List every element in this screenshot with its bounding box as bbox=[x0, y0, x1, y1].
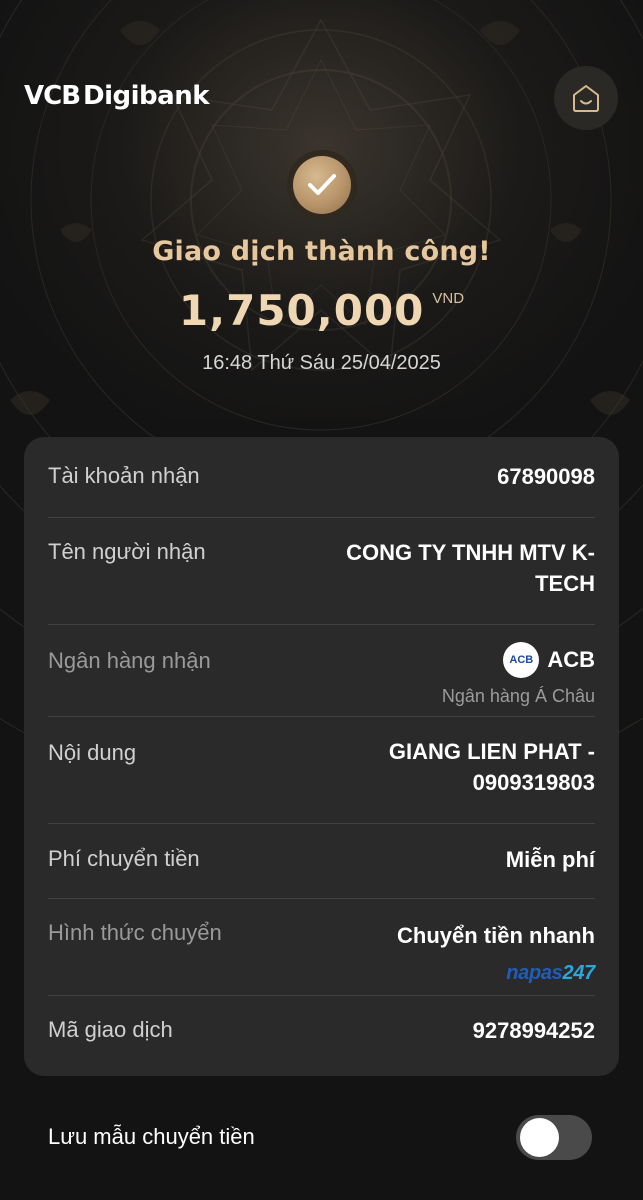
transaction-id-label: Mã giao dịch bbox=[48, 1017, 173, 1042]
save-template-label: Lưu mẫu chuyển tiền bbox=[48, 1124, 255, 1149]
home-button[interactable] bbox=[554, 66, 618, 130]
content-line-1: GIANG LIEN PHAT - bbox=[388, 739, 595, 764]
detail-row-recipient: Tên người nhận CONG TY TNHH MTV K- TECH bbox=[48, 517, 595, 625]
recipient-label: Tên người nhận bbox=[48, 539, 206, 564]
bank-short-name: ACB bbox=[547, 647, 595, 672]
toggle-knob bbox=[520, 1118, 559, 1157]
acb-logo-icon: ACB bbox=[503, 642, 540, 678]
vcb-digibank-logo: VCB Digibank bbox=[24, 80, 210, 112]
bank-label: Ngân hàng nhận bbox=[48, 648, 211, 673]
content-label: Nội dung bbox=[48, 740, 137, 765]
method-value: Chuyển tiền nhanh bbox=[397, 923, 595, 948]
amount-value: 1,750,000 bbox=[178, 286, 425, 335]
success-badge bbox=[287, 150, 357, 220]
transaction-status: Giao dịch thành công! bbox=[152, 236, 491, 267]
recipient-line-2: TECH bbox=[535, 571, 595, 596]
transaction-datetime: 16:48 Thứ Sáu 25/04/2025 bbox=[202, 352, 441, 374]
account-label: Tài khoản nhận bbox=[48, 463, 200, 488]
amount-display: 1,750,000 VND bbox=[0, 284, 643, 338]
detail-row-account: Tài khoản nhận 67890098 bbox=[48, 437, 595, 518]
content-line-2: 0909319803 bbox=[472, 770, 595, 795]
fee-label: Phí chuyển tiền bbox=[48, 846, 200, 871]
bank-value: ACB ACB bbox=[503, 642, 595, 678]
detail-row-method: Hình thức chuyển Chuyển tiền nhanh napas… bbox=[48, 898, 595, 996]
method-label: Hình thức chuyển bbox=[48, 920, 222, 945]
transaction-details-card: Tài khoản nhận 67890098 Tên người nhận C… bbox=[24, 437, 619, 1076]
fee-value: Miễn phí bbox=[505, 847, 595, 872]
detail-row-transaction-id: Mã giao dịch 9278994252 bbox=[48, 995, 595, 1076]
currency-label: VND bbox=[432, 290, 465, 307]
recipient-line-1: CONG TY TNHH MTV K- bbox=[346, 540, 595, 565]
save-template-toggle[interactable] bbox=[516, 1115, 592, 1160]
logo-digibank-text: Digibank bbox=[83, 81, 210, 111]
home-icon bbox=[573, 85, 599, 112]
bank-full-name: Ngân hàng Á Châu bbox=[441, 686, 595, 706]
logo-vcb-text: VCB bbox=[24, 81, 81, 111]
recipient-value: CONG TY TNHH MTV K- TECH bbox=[346, 537, 595, 599]
detail-row-bank: Ngân hàng nhận ACB ACB Ngân hàng Á Châu bbox=[48, 624, 595, 717]
content-value: GIANG LIEN PHAT - 0909319803 bbox=[389, 736, 595, 798]
detail-row-fee: Phí chuyển tiền Miễn phí bbox=[48, 823, 595, 899]
transaction-id-value: 9278994252 bbox=[472, 1018, 595, 1043]
detail-row-content: Nội dung GIANG LIEN PHAT - 0909319803 bbox=[48, 716, 595, 824]
napas-247-logo: napas247 bbox=[506, 962, 595, 984]
check-icon bbox=[308, 174, 336, 195]
account-value: 67890098 bbox=[497, 464, 595, 489]
